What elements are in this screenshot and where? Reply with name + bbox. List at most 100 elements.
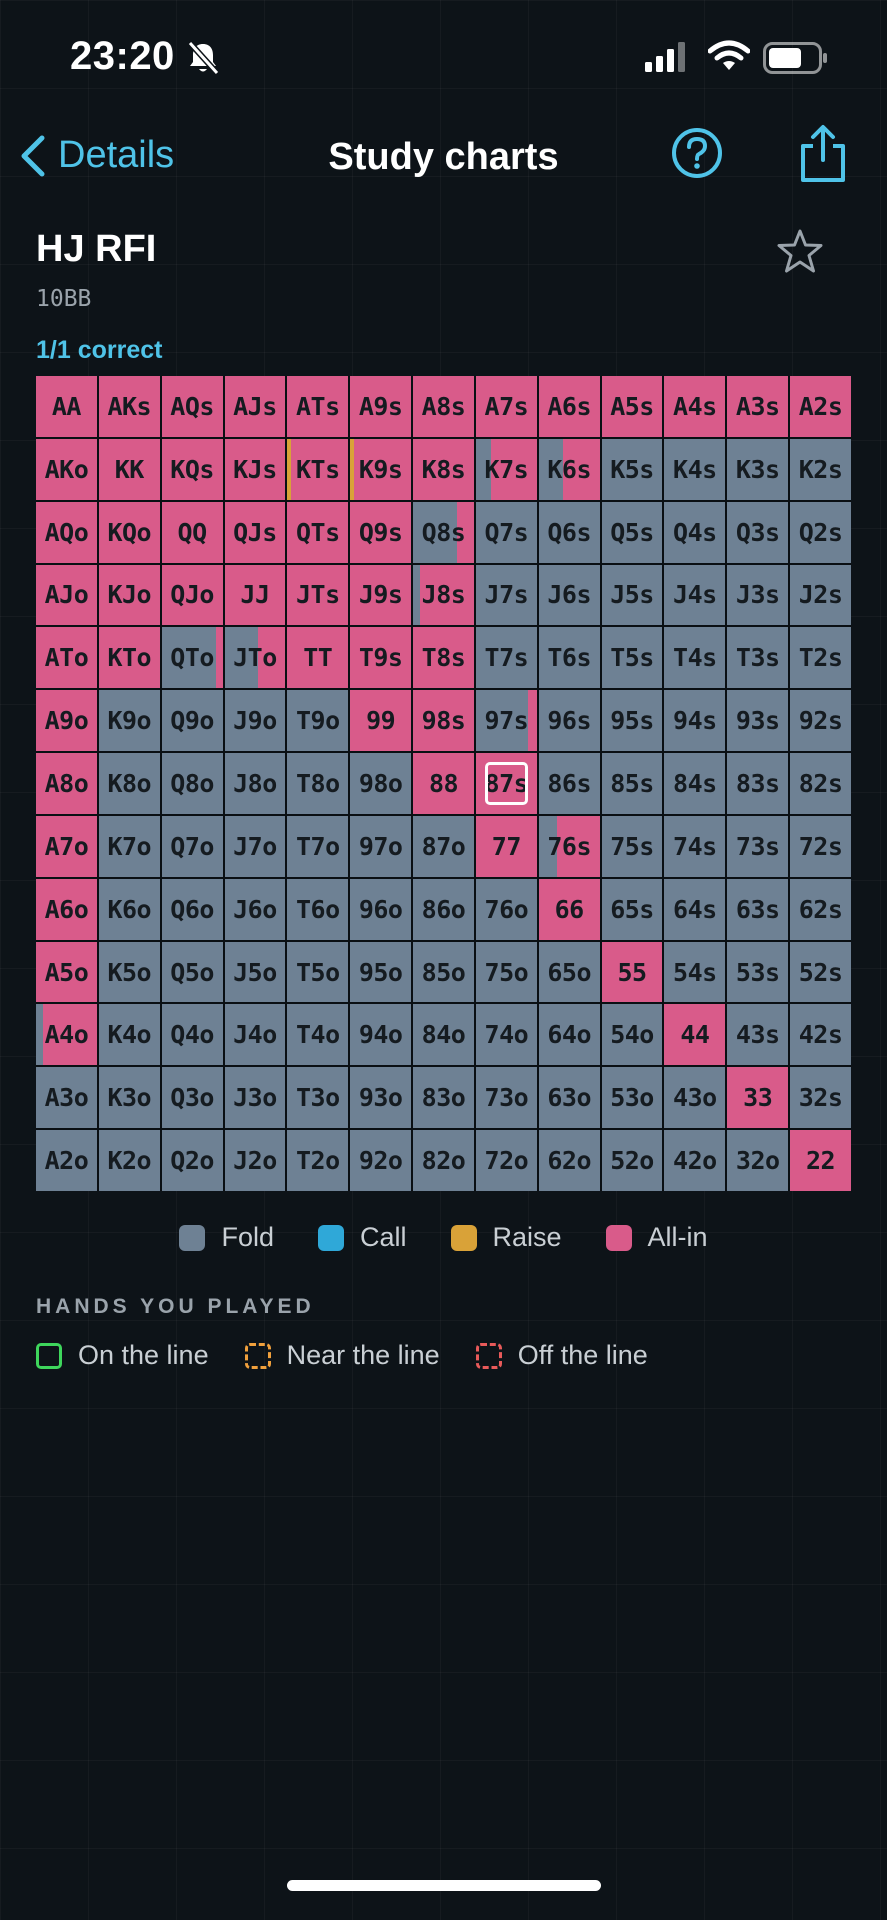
hand-cell-86s[interactable]: 86s: [538, 753, 600, 814]
hand-cell-AJo[interactable]: AJo: [36, 564, 97, 626]
hand-cell-K6o[interactable]: K6o: [98, 878, 160, 940]
hand-cell-AQs[interactable]: AQs: [161, 376, 223, 437]
hand-cell-65o[interactable]: 65o: [538, 941, 600, 1003]
hand-cell-63s[interactable]: 63s: [727, 878, 789, 940]
hand-cell-96o[interactable]: 96o: [350, 878, 412, 940]
hand-cell-Q3o[interactable]: Q3o: [161, 1067, 223, 1129]
hand-cell-Q6s[interactable]: Q6s: [538, 501, 600, 563]
hand-cell-A3s[interactable]: A3s: [727, 376, 789, 437]
hand-cell-JJ[interactable]: JJ: [224, 564, 286, 626]
hand-cell-84s[interactable]: 84s: [664, 753, 726, 814]
hand-cell-T7o[interactable]: T7o: [287, 815, 349, 877]
hand-cell-QTs[interactable]: QTs: [287, 501, 349, 563]
hand-cell-J4o[interactable]: J4o: [224, 1004, 286, 1066]
hand-cell-A9s[interactable]: A9s: [350, 376, 412, 437]
hand-cell-KK[interactable]: KK: [98, 438, 160, 500]
hand-cell-72s[interactable]: 72s: [790, 815, 851, 877]
hand-cell-75o[interactable]: 75o: [475, 941, 537, 1003]
hand-cell-76s[interactable]: 76s: [538, 815, 600, 877]
hand-cell-98s[interactable]: 98s: [413, 690, 474, 752]
hand-cell-AQo[interactable]: AQo: [36, 501, 97, 563]
hand-cell-64o[interactable]: 64o: [538, 1004, 600, 1066]
hand-cell-A2o[interactable]: A2o: [36, 1130, 97, 1191]
hand-cell-83o[interactable]: 83o: [413, 1067, 474, 1129]
hand-cell-86o[interactable]: 86o: [413, 878, 474, 940]
hand-cell-82o[interactable]: 82o: [413, 1130, 474, 1191]
hand-cell-Q2o[interactable]: Q2o: [161, 1130, 223, 1191]
hand-cell-A2s[interactable]: A2s: [790, 376, 851, 437]
hand-cell-JTo[interactable]: JTo: [224, 627, 286, 689]
hand-cell-A9o[interactable]: A9o: [36, 690, 97, 752]
hand-cell-K5s[interactable]: K5s: [601, 438, 663, 500]
hand-cell-TT[interactable]: TT: [287, 627, 349, 689]
hand-cell-A7o[interactable]: A7o: [36, 815, 97, 877]
hand-cell-Q4o[interactable]: Q4o: [161, 1004, 223, 1066]
hand-cell-J2o[interactable]: J2o: [224, 1130, 286, 1191]
hand-cell-43s[interactable]: 43s: [727, 1004, 789, 1066]
hand-cell-Q3s[interactable]: Q3s: [727, 501, 789, 563]
hand-cell-95s[interactable]: 95s: [601, 690, 663, 752]
hand-cell-T6s[interactable]: T6s: [538, 627, 600, 689]
hand-cell-J2s[interactable]: J2s: [790, 564, 851, 626]
hand-cell-AKo[interactable]: AKo: [36, 438, 97, 500]
hand-cell-JTs[interactable]: JTs: [287, 564, 349, 626]
hand-cell-85s[interactable]: 85s: [601, 753, 663, 814]
hand-cell-T4o[interactable]: T4o: [287, 1004, 349, 1066]
hand-cell-K2o[interactable]: K2o: [98, 1130, 160, 1191]
hand-cell-98o[interactable]: 98o: [350, 753, 412, 814]
hand-cell-52o[interactable]: 52o: [601, 1130, 663, 1191]
hand-cell-K6s[interactable]: K6s: [538, 438, 600, 500]
hand-cell-T9o[interactable]: T9o: [287, 690, 349, 752]
hand-cell-T6o[interactable]: T6o: [287, 878, 349, 940]
hand-cell-Q6o[interactable]: Q6o: [161, 878, 223, 940]
hand-cell-J6s[interactable]: J6s: [538, 564, 600, 626]
hand-cell-95o[interactable]: 95o: [350, 941, 412, 1003]
hand-cell-66[interactable]: 66: [538, 878, 600, 940]
hand-cell-94o[interactable]: 94o: [350, 1004, 412, 1066]
hand-cell-43o[interactable]: 43o: [664, 1067, 726, 1129]
hand-cell-J4s[interactable]: J4s: [664, 564, 726, 626]
hand-cell-92s[interactable]: 92s: [790, 690, 851, 752]
hand-cell-73s[interactable]: 73s: [727, 815, 789, 877]
hand-cell-99[interactable]: 99: [350, 690, 412, 752]
hand-cell-QQ[interactable]: QQ: [161, 501, 223, 563]
hand-cell-77[interactable]: 77: [475, 815, 537, 877]
hand-cell-K8s[interactable]: K8s: [413, 438, 474, 500]
hand-cell-65s[interactable]: 65s: [601, 878, 663, 940]
hand-cell-KQo[interactable]: KQo: [98, 501, 160, 563]
hand-cell-32o[interactable]: 32o: [727, 1130, 789, 1191]
hand-cell-97s[interactable]: 97s: [475, 690, 537, 752]
hand-cell-A8o[interactable]: A8o: [36, 753, 97, 814]
hand-cell-K7s[interactable]: K7s: [475, 438, 537, 500]
hand-cell-32s[interactable]: 32s: [790, 1067, 851, 1129]
hand-cell-K9o[interactable]: K9o: [98, 690, 160, 752]
hand-cell-T8s[interactable]: T8s: [413, 627, 474, 689]
hand-cell-62o[interactable]: 62o: [538, 1130, 600, 1191]
hand-cell-A4o[interactable]: A4o: [36, 1004, 97, 1066]
hand-cell-T8o[interactable]: T8o: [287, 753, 349, 814]
hand-cell-83s[interactable]: 83s: [727, 753, 789, 814]
hand-cell-ATs[interactable]: ATs: [287, 376, 349, 437]
hand-cell-T3s[interactable]: T3s: [727, 627, 789, 689]
hand-cell-K3o[interactable]: K3o: [98, 1067, 160, 1129]
hand-cell-AKs[interactable]: AKs: [98, 376, 160, 437]
hand-cell-K8o[interactable]: K8o: [98, 753, 160, 814]
hand-cell-ATo[interactable]: ATo: [36, 627, 97, 689]
hand-cell-84o[interactable]: 84o: [413, 1004, 474, 1066]
hand-cell-Q8o[interactable]: Q8o: [161, 753, 223, 814]
hand-cell-T2o[interactable]: T2o: [287, 1130, 349, 1191]
hand-cell-Q5o[interactable]: Q5o: [161, 941, 223, 1003]
hand-cell-85o[interactable]: 85o: [413, 941, 474, 1003]
hand-cell-QJs[interactable]: QJs: [224, 501, 286, 563]
hand-cell-52s[interactable]: 52s: [790, 941, 851, 1003]
hand-cell-T5o[interactable]: T5o: [287, 941, 349, 1003]
hand-cell-Q5s[interactable]: Q5s: [601, 501, 663, 563]
hand-cell-J6o[interactable]: J6o: [224, 878, 286, 940]
hand-cell-74o[interactable]: 74o: [475, 1004, 537, 1066]
hand-cell-A6s[interactable]: A6s: [538, 376, 600, 437]
hand-cell-Q9o[interactable]: Q9o: [161, 690, 223, 752]
hand-cell-K4s[interactable]: K4s: [664, 438, 726, 500]
hand-cell-55[interactable]: 55: [601, 941, 663, 1003]
hand-cell-J7s[interactable]: J7s: [475, 564, 537, 626]
hand-cell-AA[interactable]: AA: [36, 376, 97, 437]
